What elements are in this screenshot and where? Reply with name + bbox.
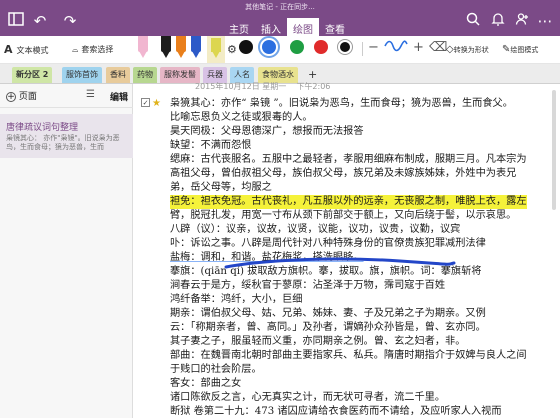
- note-line: 客女：部曲之女: [170, 378, 242, 389]
- ink-color-black[interactable]: [239, 40, 253, 54]
- page-item-tanglv[interactable]: 唐律疏议词句整理 枭镜其心： 亦作"枭镜"。旧说枭为恶鸟，生而食母；獍为恶兽，生…: [0, 114, 133, 158]
- note-line: 枭獍其心：亦作“ 枭镜 ”。旧说枭为恶鸟，生而食母；獍为恶兽，生而食父。: [170, 98, 513, 109]
- note-line: 昊天罔极：父母恩德深广，想报而无法报答: [170, 126, 364, 137]
- page-list: + 页面 ☰ 编辑 唐律疏议词句整理 枭镜其心： 亦作"枭镜"。旧说枭为恶鸟，生…: [0, 84, 133, 418]
- page-list-header: + 页面 ☰ 编辑: [0, 84, 133, 108]
- note-line: 于贱口的社会阶层。: [170, 364, 262, 375]
- tab-home[interactable]: 主页: [223, 18, 255, 36]
- ink-color-green[interactable]: [290, 40, 304, 54]
- note-line: 弟，岳父母等，均服之: [170, 182, 272, 193]
- convert-shape-icon: ◇: [446, 44, 454, 55]
- bell-icon[interactable]: [488, 11, 508, 31]
- sidebar-toggle-icon[interactable]: [6, 11, 26, 31]
- tab-draw[interactable]: 绘图: [287, 18, 319, 36]
- section-tab-spices[interactable]: 香料: [106, 67, 130, 83]
- text-mode-label: 文本模式: [16, 46, 49, 55]
- note-line: 期亲：谓伯叔父母、姑、兄弟、姊妹、妻、子及兄弟之子为期亲。又例: [170, 308, 486, 319]
- search-icon[interactable]: [463, 11, 483, 31]
- note-line: 断狱 卷第二十九：473 诸囚应请给衣食医药而不请给，及应听家人入视而: [170, 406, 502, 417]
- thicker-icon[interactable]: +: [413, 40, 424, 56]
- thinner-icon[interactable]: −: [368, 40, 379, 56]
- note-line: 卟：诉讼之事。八辟是周代针对八种特殊身份的官僚贵族犯罪减刑法律: [170, 238, 486, 249]
- text-mode-button[interactable]: A 文本模式: [4, 42, 49, 59]
- section-tab-hair[interactable]: 服称发髻: [160, 67, 200, 83]
- pen-pink[interactable]: [135, 36, 151, 60]
- pen-orange[interactable]: [173, 36, 189, 60]
- draw-mode-label: 绘图模式: [510, 46, 539, 54]
- text-mode-icon: A: [4, 43, 13, 56]
- vertical-scrollbar[interactable]: [552, 90, 556, 210]
- star-icon[interactable]: ★: [152, 98, 161, 110]
- note-line: 涧春云于是方，绥秋官于蓼原：沾圣泽于万物，霈司寇于百姓: [170, 280, 446, 291]
- note-line: 高祖父母，曾伯叔祖父母，族伯叔父母，族兄弟及未嫁族姊妹，外姓中为表兄: [170, 168, 517, 179]
- add-person-icon[interactable]: [512, 11, 532, 31]
- page-item-preview: 枭镜其心： 亦作"枭镜"。旧说枭为恶鸟，生而食母；獍为恶兽，生而: [6, 134, 120, 151]
- add-page-button[interactable]: + 页面: [6, 89, 37, 102]
- note-line-highlighted: 袒免：袒衣免冠。古代丧礼，凡五服以外的远亲，无丧服之制，唯脱上衣，露左: [170, 195, 527, 209]
- note-line: 八辟（议）：议亲，议故，议贤，议能，议功，议贵，议勤，议宾: [170, 224, 461, 235]
- ink-color-red[interactable]: [314, 40, 328, 54]
- note-date: 2015年10月12日 星期一 下午2:06: [195, 82, 331, 91]
- convert-shape-label: 转换为形状: [453, 46, 489, 54]
- note-line: 部曲：在魏晋南北朝时部曲主要指家兵、私兵。隋唐时期指介于奴婢与良人之间: [170, 350, 527, 361]
- draw-mode-button[interactable]: ✎绘图模式: [502, 42, 538, 58]
- page-item-title: 唐律疏议词句整理: [6, 123, 79, 133]
- toolbar-divider: [362, 42, 363, 56]
- section-tab-medicine[interactable]: 药物: [133, 67, 157, 83]
- ink-color-more[interactable]: [338, 40, 352, 54]
- ink-stroke[interactable]: [220, 255, 460, 279]
- lasso-icon: ⌓: [72, 45, 79, 54]
- add-page-label: 页面: [18, 92, 37, 102]
- note-line: 鸿纤备举：鸿纤，大小，巨细: [170, 294, 303, 305]
- lasso-button[interactable]: ⌓ 套索选择: [72, 42, 113, 58]
- redo-icon[interactable]: ↷: [60, 11, 80, 31]
- note-line: 缌麻：古代丧服名。五服中之最轻者，孝服用细麻布制成，服期三月。凡本宗为: [170, 154, 527, 165]
- note-line: 诸口陈欲反之言，心无真实之计，而无状可寻者，流二千里。: [170, 392, 446, 403]
- edit-button[interactable]: 编辑: [110, 90, 128, 103]
- section-tab-clothing[interactable]: 服饰首饰: [62, 67, 102, 83]
- note-line: 云：「称期亲者，曾、高同。」及孙者，谓嫡孙众孙皆是，曾、玄亦同。: [170, 322, 486, 333]
- pen-blue[interactable]: [188, 36, 204, 60]
- tab-insert[interactable]: 插入: [255, 18, 287, 36]
- note-line: 比喻忘恩负义之徒或狠毒的人。: [170, 112, 313, 123]
- tab-view[interactable]: 查看: [319, 18, 351, 36]
- more-icon[interactable]: ⋯: [535, 11, 555, 31]
- ribbon-tabs: 主页 插入 绘图 查看: [223, 18, 351, 36]
- ink-color-blue[interactable]: [262, 40, 276, 54]
- add-circle-icon: +: [6, 92, 16, 102]
- stroke-wave-icon[interactable]: [384, 38, 408, 59]
- lasso-label: 套索选择: [81, 45, 114, 54]
- note-line: 其子妻之子，服虽轻而义重，亦同期亲之例。曾、玄之妇者，非。: [170, 336, 466, 347]
- highlighter-selected[interactable]: [207, 36, 225, 63]
- sort-list-icon[interactable]: ☰: [86, 89, 95, 100]
- note-line: 缺望：不满而怨恨: [170, 140, 252, 151]
- note-line: 臂，脱冠扎发，用宽一寸布从颈下前部交于额上，又向后绕于髻，以示哀思。: [170, 210, 517, 221]
- section-tab-new-2[interactable]: 新分区 2: [12, 67, 53, 83]
- eraser-icon[interactable]: ⌫: [429, 40, 447, 56]
- title-bar: 其他笔记 - 正在同步... ↶ ↷ 主页 插入 绘图 查看 ⋯: [0, 0, 560, 36]
- checkbox-icon[interactable]: ✓: [141, 98, 150, 107]
- pen-settings-icon[interactable]: ⚙: [227, 42, 237, 58]
- undo-icon[interactable]: ↶: [30, 11, 50, 31]
- pen-black[interactable]: [158, 36, 174, 60]
- convert-shape-button[interactable]: ◇转换为形状: [446, 42, 489, 58]
